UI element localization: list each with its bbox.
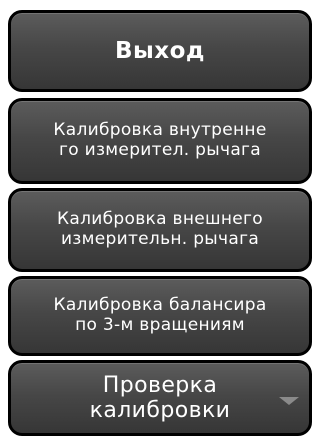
chevron-down-icon	[279, 397, 299, 405]
calibrate-inner-arm-label-line1: Калибровка внутренне	[53, 120, 267, 141]
check-calibration-label-line2: калибровки	[89, 398, 231, 423]
calibrate-outer-arm-label-line2: измерительн. рычага	[60, 229, 260, 249]
calibrate-balancer-label-line2: по 3-м вращениям	[75, 315, 245, 335]
calibrate-balancer-button[interactable]: Калибровка балансира по 3-м вращениям	[8, 276, 312, 356]
calibrate-outer-arm-button[interactable]: Калибровка внешнего измерительн. рычага	[8, 188, 312, 272]
exit-button[interactable]: Выход	[8, 10, 312, 92]
check-calibration-label-line1: Проверка	[102, 372, 218, 398]
calibrate-inner-arm-button[interactable]: Калибровка внутренне го измерител. рычаг…	[8, 98, 312, 184]
calibrate-outer-arm-label-line1: Калибровка внешнего	[57, 209, 263, 230]
check-calibration-dropdown[interactable]: Проверка калибровки	[8, 360, 312, 436]
calibration-menu: Выход Калибровка внутренне го измерител.…	[0, 0, 320, 436]
calibrate-balancer-label-line1: Калибровка балансира	[53, 295, 267, 316]
exit-button-label: Выход	[114, 37, 206, 64]
calibrate-inner-arm-label-line2: го измерител. рычага	[58, 140, 261, 160]
